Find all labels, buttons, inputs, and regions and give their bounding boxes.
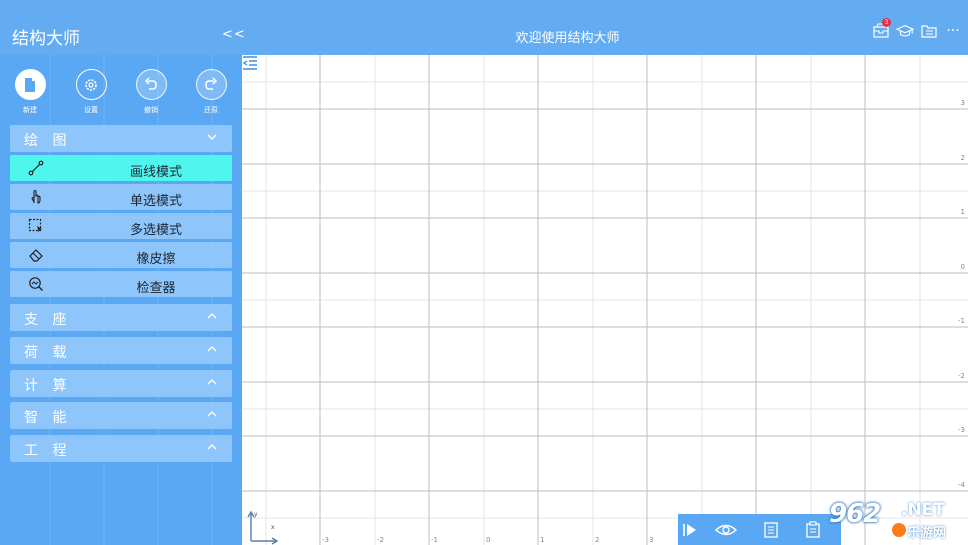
- app-title: 结构大师: [12, 29, 80, 49]
- welcome-text: 欢迎使用结构大师: [515, 31, 620, 46]
- chevron-up-icon: [207, 411, 217, 417]
- multi-select-icon: [28, 218, 42, 233]
- section-project[interactable]: 工 程: [10, 435, 232, 462]
- x-axis-label: x: [271, 524, 275, 531]
- message-box-icon[interactable]: 3: [872, 18, 891, 40]
- bottom-toolbar: [678, 514, 841, 545]
- y-tick: 2: [960, 154, 965, 162]
- section-smart[interactable]: 智 能: [10, 402, 232, 429]
- y-tick: -3: [958, 426, 965, 434]
- undo-icon: [144, 76, 157, 90]
- settings-icon: [85, 78, 97, 91]
- notification-badge: 3: [882, 18, 891, 27]
- draw-line-icon: [28, 160, 44, 176]
- eraser-icon: [29, 249, 43, 262]
- watermark-number: 962: [829, 499, 881, 529]
- section-drawing[interactable]: 绘 图: [10, 125, 232, 152]
- section-project-label: 工 程: [24, 443, 72, 459]
- graduation-cap-icon[interactable]: [896, 22, 914, 40]
- x-tick: 2: [595, 536, 600, 544]
- chevron-up-icon: [207, 444, 217, 450]
- undo-button[interactable]: 撤销: [131, 69, 171, 115]
- y-tick: 0: [960, 263, 965, 271]
- inspector-icon: [29, 277, 43, 291]
- chevron-up-icon: [207, 379, 217, 385]
- chevron-up-icon: [207, 346, 217, 352]
- outline-panel-icon[interactable]: [242, 55, 258, 71]
- mode-inspector-label: 检查器: [136, 281, 176, 296]
- mode-draw-line[interactable]: 画线模式: [10, 155, 232, 181]
- eye-icon[interactable]: [715, 521, 737, 539]
- collapse-sidebar-button[interactable]: <<: [222, 27, 246, 42]
- x-tick: 1: [540, 536, 545, 544]
- play-step-icon[interactable]: [681, 521, 699, 539]
- new-label: 新建: [23, 106, 37, 114]
- section-calculation-label: 计 算: [24, 378, 72, 394]
- chevron-down-icon: [207, 134, 217, 140]
- section-smart-label: 智 能: [24, 410, 72, 426]
- x-tick: -2: [377, 536, 384, 544]
- section-loads[interactable]: 荷 载: [10, 337, 232, 364]
- y-tick: 3: [960, 99, 965, 107]
- mode-draw-line-label: 画线模式: [129, 165, 182, 180]
- hand-pointer-icon: [31, 189, 41, 204]
- x-tick: -3: [322, 536, 329, 544]
- y-tick: -1: [958, 317, 965, 325]
- settings-label: 设置: [84, 106, 98, 114]
- mode-eraser[interactable]: 橡皮擦: [10, 242, 232, 268]
- y-tick: 1: [960, 208, 965, 216]
- document-icon[interactable]: [762, 521, 780, 539]
- x-tick: 3: [649, 536, 654, 544]
- clipboard-icon[interactable]: [804, 521, 822, 539]
- mode-single-select[interactable]: 单选模式: [10, 184, 232, 210]
- redo-icon: [205, 76, 218, 90]
- settings-button[interactable]: 设置: [71, 69, 111, 115]
- chevron-up-icon: [207, 313, 217, 319]
- grid: [242, 55, 968, 545]
- watermark-logo-icon: [892, 523, 906, 537]
- quick-toolbar: 新建 设置 撤销 还原: [0, 69, 242, 117]
- site-watermark: 962 .NET 乐游网: [829, 496, 968, 545]
- top-bar: 结构大师 << 欢迎使用结构大师 3 ···: [0, 0, 968, 55]
- section-supports[interactable]: 支 座: [10, 304, 232, 331]
- x-tick: 0: [486, 536, 491, 544]
- y-axis-label: y: [254, 511, 258, 518]
- redo-label: 还原: [204, 106, 218, 114]
- mode-eraser-label: 橡皮擦: [136, 252, 176, 267]
- mode-multi-select[interactable]: 多选模式: [10, 213, 232, 239]
- undo-label: 撤销: [144, 106, 158, 114]
- y-tick: -4: [958, 481, 965, 489]
- folder-list-icon[interactable]: [920, 22, 938, 40]
- section-drawing-label: 绘 图: [24, 133, 72, 149]
- mode-multi-select-label: 多选模式: [129, 223, 182, 238]
- x-tick: -1: [431, 536, 438, 544]
- new-file-icon: [25, 77, 35, 92]
- mode-single-select-label: 单选模式: [129, 194, 182, 209]
- watermark-suffix: .NET: [901, 500, 945, 520]
- sidebar: 新建 设置 撤销 还原 绘 图 画线模式 单选模式 多选模式 橡皮擦 检查器 支…: [0, 55, 242, 545]
- watermark-site: 乐游网: [907, 526, 947, 541]
- drawing-canvas[interactable]: y x 3 2 1 0 -1 -2 -3 -4 -3 -2 -1 0 1 2 3: [242, 55, 968, 545]
- section-supports-label: 支 座: [24, 312, 72, 328]
- redo-button[interactable]: 还原: [191, 69, 231, 115]
- top-icon-group: 3 ···: [872, 18, 962, 40]
- new-button[interactable]: 新建: [10, 69, 50, 115]
- section-loads-label: 荷 载: [24, 345, 72, 361]
- more-menu-icon[interactable]: ···: [944, 22, 962, 40]
- section-calculation[interactable]: 计 算: [10, 370, 232, 397]
- mode-inspector[interactable]: 检查器: [10, 271, 232, 297]
- y-tick: -2: [958, 372, 965, 380]
